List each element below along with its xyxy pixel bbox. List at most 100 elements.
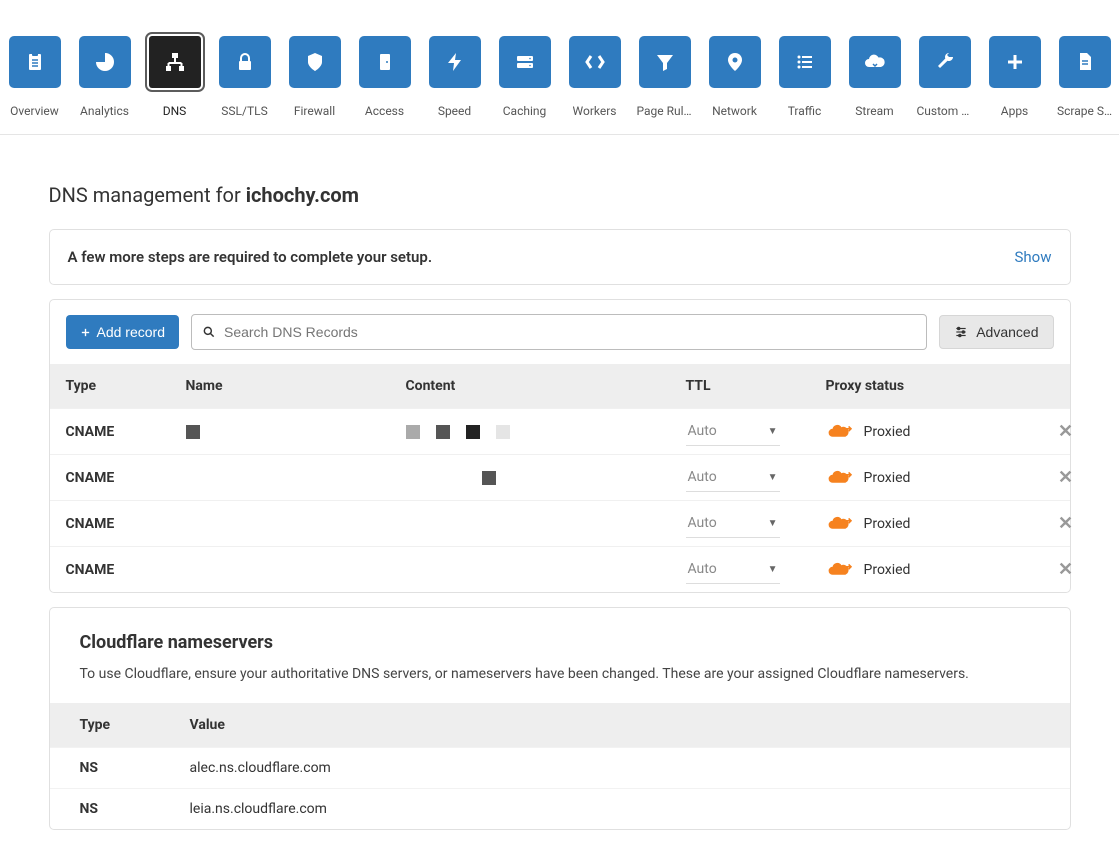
nav-tab-analytics[interactable]: Analytics [77, 36, 133, 118]
nav-tab-network[interactable]: Network [707, 36, 763, 118]
nav-label: Page Rules [637, 104, 693, 118]
proxy-label: Proxied [864, 562, 911, 578]
chevron-down-icon: ▼ [768, 564, 778, 575]
main-content: DNS management for ichochy.com A few mor… [49, 135, 1071, 830]
proxy-label: Proxied [864, 424, 911, 440]
nameservers-title: Cloudflare nameservers [80, 632, 1040, 653]
advanced-label: Advanced [976, 324, 1038, 340]
search-icon [202, 325, 216, 339]
nav-tab-ssltls[interactable]: SSL/TLS [217, 36, 273, 118]
pin-icon [709, 36, 761, 88]
ns-col-value: Value [190, 717, 1040, 733]
nav-label: Stream [855, 104, 893, 118]
nav-tab-overview[interactable]: Overview [7, 36, 63, 118]
nav-tab-customp[interactable]: Custom P… [917, 36, 973, 118]
proxy-label: Proxied [864, 470, 911, 486]
ns-value: leia.ns.cloudflare.com [190, 801, 1040, 817]
delete-record-button[interactable]: ✕ [1046, 513, 1086, 534]
record-ttl[interactable]: Auto▼ [686, 463, 826, 492]
nameservers-table-header: Type Value [50, 703, 1070, 747]
setup-message: A few more steps are required to complet… [68, 248, 433, 266]
records-table-body: CNAME Auto▼ Proxied ✕ CNAME Auto▼ Proxie… [50, 408, 1070, 592]
cloud-proxy-icon [826, 562, 852, 578]
nameservers-table-body: NS alec.ns.cloudflare.comNS leia.ns.clou… [50, 747, 1070, 829]
nameserver-row: NS alec.ns.cloudflare.com [50, 747, 1070, 788]
nav-tab-workers[interactable]: Workers [567, 36, 623, 118]
col-ttl: TTL [686, 378, 826, 394]
nav-label: Apps [1001, 104, 1029, 118]
advanced-icon [954, 325, 968, 339]
pie-icon [79, 36, 131, 88]
plus-icon [989, 36, 1041, 88]
col-content: Content [406, 378, 686, 394]
shield-icon [289, 36, 341, 88]
record-ttl[interactable]: Auto▼ [686, 555, 826, 584]
nav-tab-apps[interactable]: Apps [987, 36, 1043, 118]
col-proxy: Proxy status [826, 378, 1046, 394]
search-wrapper[interactable] [191, 314, 927, 350]
nav-tab-caching[interactable]: Caching [497, 36, 553, 118]
records-toolbar: Add record Advanced [50, 300, 1070, 364]
delete-record-button[interactable]: ✕ [1046, 559, 1086, 580]
nav-tab-stream[interactable]: Stream [847, 36, 903, 118]
nav-label: Network [712, 104, 757, 118]
nameserver-row: NS leia.ns.cloudflare.com [50, 788, 1070, 829]
top-nav-tabs: Overview Analytics DNS SSL/TLS Firewall … [0, 0, 1119, 135]
list-icon [779, 36, 831, 88]
sitemap-icon [149, 36, 201, 88]
record-content [406, 425, 686, 439]
nav-label: Speed [438, 104, 471, 118]
plus-icon [80, 327, 91, 338]
nav-label: Workers [573, 104, 617, 118]
record-content [406, 471, 686, 485]
delete-record-button[interactable]: ✕ [1046, 421, 1086, 442]
record-proxy[interactable]: Proxied [826, 562, 1046, 578]
record-ttl[interactable]: Auto▼ [686, 417, 826, 446]
nav-tab-dns[interactable]: DNS [147, 36, 203, 118]
record-row[interactable]: CNAME Auto▼ Proxied ✕ [50, 500, 1070, 546]
record-proxy[interactable]: Proxied [826, 470, 1046, 486]
dns-records-card: Add record Advanced Type Name Content TT… [49, 299, 1071, 593]
nav-label: Custom P… [917, 104, 973, 118]
cloud-proxy-icon [826, 470, 852, 486]
search-input[interactable] [216, 324, 916, 340]
page-title: DNS management for ichochy.com [49, 183, 1071, 207]
record-type: CNAME [66, 516, 186, 532]
clipboard-icon [9, 36, 61, 88]
col-type: Type [66, 378, 186, 394]
nav-tab-access[interactable]: Access [357, 36, 413, 118]
page-title-domain: ichochy.com [246, 183, 359, 207]
ns-type: NS [80, 801, 190, 817]
nav-label: Overview [10, 104, 59, 118]
add-record-button[interactable]: Add record [66, 315, 179, 349]
setup-banner: A few more steps are required to complet… [49, 229, 1071, 285]
record-row[interactable]: CNAME Auto▼ Proxied ✕ [50, 546, 1070, 592]
cloud-icon [849, 36, 901, 88]
nav-label: Traffic [788, 104, 822, 118]
chevron-down-icon: ▼ [768, 426, 778, 437]
chevron-down-icon: ▼ [768, 472, 778, 483]
nav-label: Scrape S… [1057, 104, 1112, 118]
advanced-button[interactable]: Advanced [939, 315, 1053, 349]
nav-label: Access [365, 104, 404, 118]
record-type: CNAME [66, 424, 186, 440]
nav-tab-pagerules[interactable]: Page Rules [637, 36, 693, 118]
chevron-down-icon: ▼ [768, 518, 778, 529]
delete-record-button[interactable]: ✕ [1046, 467, 1086, 488]
setup-show-link[interactable]: Show [1015, 248, 1052, 266]
nav-tab-firewall[interactable]: Firewall [287, 36, 343, 118]
nav-tab-scrapes[interactable]: Scrape S… [1057, 36, 1113, 118]
record-row[interactable]: CNAME Auto▼ Proxied ✕ [50, 454, 1070, 500]
nameservers-card: Cloudflare nameservers To use Cloudflare… [49, 607, 1071, 830]
nav-label: DNS [163, 104, 187, 118]
nav-tab-traffic[interactable]: Traffic [777, 36, 833, 118]
funnel-icon [639, 36, 691, 88]
record-row[interactable]: CNAME Auto▼ Proxied ✕ [50, 408, 1070, 454]
page-title-prefix: DNS management for [49, 183, 246, 207]
record-type: CNAME [66, 470, 186, 486]
record-proxy[interactable]: Proxied [826, 424, 1046, 440]
brackets-icon [569, 36, 621, 88]
record-ttl[interactable]: Auto▼ [686, 509, 826, 538]
record-proxy[interactable]: Proxied [826, 516, 1046, 532]
nav-tab-speed[interactable]: Speed [427, 36, 483, 118]
